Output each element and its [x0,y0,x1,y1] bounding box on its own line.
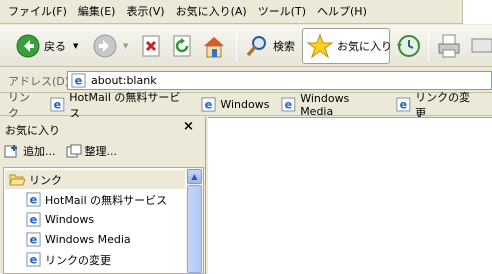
favorites-button[interactable]: お気に入り [307,34,392,58]
back-label: 戻る [44,40,66,53]
menu-edit[interactable]: 編集(E) [78,0,116,24]
tree-item-label: Windows Media [45,233,131,246]
back-button[interactable]: 戻る ▼ [16,34,78,58]
mail-icon [471,38,492,53]
add-favorite-button[interactable]: 追加... [4,143,56,159]
svg-text:e: e [30,234,38,247]
print-button[interactable] [436,33,462,59]
menu-file[interactable]: ファイル(F) [8,0,67,24]
favorites-label: お気に入り [337,40,392,53]
tree-item-label: HotMail の無料サービス [45,193,168,207]
ie-page-icon: e [71,73,86,88]
favorites-panel-title: お気に入り [5,124,60,137]
link-hotmail[interactable]: e HotMail の無料サービス [50,89,189,121]
tree-item-label: Windows [45,213,95,226]
history-button[interactable] [396,34,420,58]
ie-page-icon: e [396,97,411,112]
refresh-icon [173,35,191,57]
svg-text:e: e [30,254,38,267]
ie-page-icon: e [281,97,296,112]
add-favorite-icon [4,144,17,157]
forward-dropdown-icon[interactable]: ▼ [123,42,128,50]
ie-page-icon: e [26,252,41,267]
tree-item-hotmail[interactable]: e HotMail の無料サービス [26,190,167,209]
search-label: 検索 [273,40,295,53]
svg-text:e: e [54,99,62,112]
refresh-button[interactable] [172,35,192,57]
ie-page-icon: e [26,232,41,247]
ie-page-icon: e [201,97,216,112]
windows-logo-area [462,0,492,24]
organize-favorites-button[interactable]: 整理... [66,143,118,159]
favorites-panel: お気に入り × 追加... 整理... リンク e HotMail の無料サービ… [0,117,206,274]
tree-item-windows[interactable]: e Windows [26,210,94,229]
toolbar-separator [428,31,429,61]
tree-item-customize-links[interactable]: e リンクの変更 [26,250,111,269]
link-windows[interactable]: e Windows [201,97,269,112]
search-icon [246,36,266,57]
link-label: リンクの変更 [415,90,471,120]
menu-view[interactable]: 表示(V) [126,0,164,24]
close-icon[interactable]: × [183,119,194,134]
forward-arrow-icon [93,34,117,58]
ie-page-icon: e [26,212,41,227]
page-content-area[interactable] [208,117,492,274]
stop-button[interactable] [141,35,161,57]
links-label: リンク [8,90,30,120]
tree-item-windows-media[interactable]: e Windows Media [26,230,131,249]
ie-page-icon: e [26,192,41,207]
favorites-tree: リンク e HotMail の無料サービス e Windows e Window… [3,167,204,274]
search-button[interactable]: 検索 [245,34,295,58]
address-value: about:blank [91,74,157,87]
address-input[interactable]: e about:blank [67,71,492,90]
svg-text:e: e [30,214,38,227]
standard-toolbar: 戻る ▼ ▼ 検索 お気に入り [0,25,492,67]
add-favorite-label: 追加... [23,145,56,158]
link-label: HotMail の無料サービス [69,90,181,120]
toolbar-separator [236,31,237,61]
history-icon [397,35,420,57]
link-label: Windows Media [300,91,350,118]
tree-item-label: リンクの変更 [45,253,111,267]
tree-folder-links[interactable]: リンク [5,170,185,189]
organize-favorites-label: 整理... [84,145,118,158]
tree-folder-label: リンク [29,173,62,187]
menu-help[interactable]: ヘルプ(H) [317,0,367,24]
menu-tools[interactable]: ツール(T) [258,0,306,24]
menu-favorites[interactable]: お気に入り(A) [176,0,247,24]
link-label: Windows [220,98,270,111]
back-arrow-icon [16,34,40,58]
back-dropdown-icon[interactable]: ▼ [73,42,78,50]
svg-text:e: e [205,99,213,112]
svg-text:e: e [75,75,83,88]
stop-icon [142,35,160,57]
link-customize[interactable]: e リンクの変更 [396,89,480,121]
home-button[interactable] [201,33,227,59]
folder-open-icon [9,174,25,185]
menu-bar: ファイル(F) 編集(E) 表示(V) お気に入り(A) ツール(T) ヘルプ(… [0,0,492,24]
printer-icon [438,34,460,58]
organize-icon [66,144,81,157]
favorites-scrollbar[interactable]: ▲ [186,168,203,273]
link-windows-media[interactable]: e Windows Media [281,92,384,118]
home-icon [204,37,224,58]
svg-text:e: e [400,99,408,112]
scroll-up-icon[interactable]: ▲ [187,169,202,184]
favorites-tools: 追加... 整理... [4,143,127,159]
ie-page-icon: e [50,97,65,112]
svg-text:e: e [285,99,293,112]
links-bar: リンク e HotMail の無料サービス e Windows e Window… [0,91,492,120]
scroll-thumb[interactable] [187,185,202,273]
favorites-star-icon [307,34,333,58]
forward-button[interactable]: ▼ [93,34,128,58]
mail-button[interactable] [471,35,492,55]
svg-text:e: e [30,194,38,207]
address-label: アドレス(D) [8,75,70,88]
